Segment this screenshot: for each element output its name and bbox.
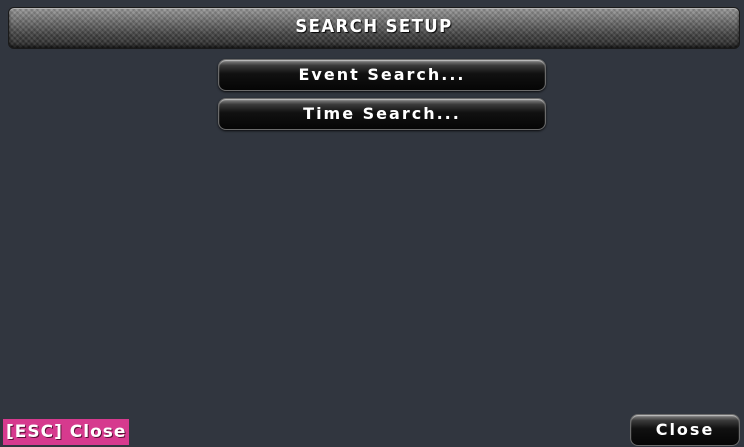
time-search-button[interactable]: Time Search...	[218, 98, 546, 130]
event-search-button[interactable]: Event Search...	[218, 59, 546, 91]
search-setup-screen: SEARCH SETUP Event Search... Time Search…	[0, 0, 744, 447]
esc-close-hint: [ESC] Close	[3, 419, 130, 445]
page-title: SEARCH SETUP	[295, 16, 453, 37]
close-button[interactable]: Close	[630, 414, 740, 446]
title-bar: SEARCH SETUP	[8, 7, 740, 49]
